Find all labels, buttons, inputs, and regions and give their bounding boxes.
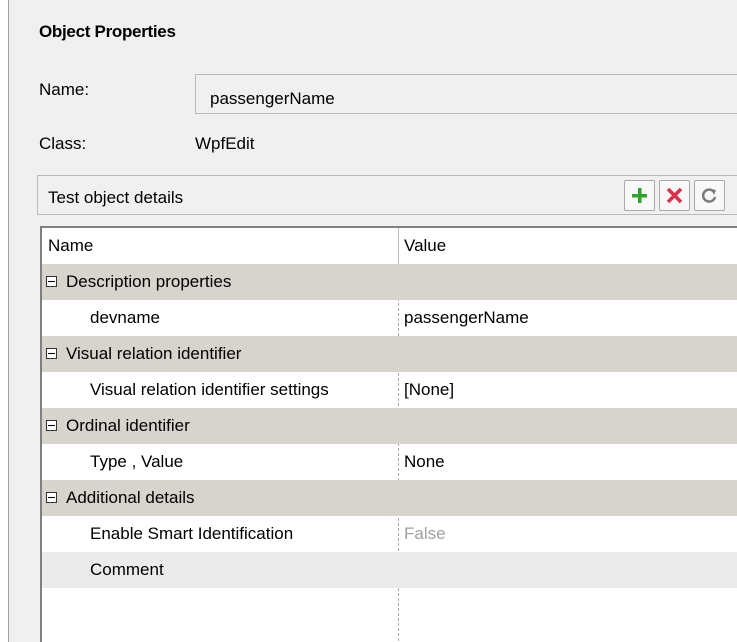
remove-property-button[interactable]: [659, 180, 690, 211]
class-value: WpfEdit: [195, 134, 255, 153]
group-row[interactable]: Description properties: [42, 264, 737, 300]
group-row[interactable]: Additional details: [42, 480, 737, 516]
group-row[interactable]: Visual relation identifier: [42, 336, 737, 372]
collapse-icon[interactable]: [46, 276, 57, 287]
collapse-icon[interactable]: [46, 420, 57, 431]
refresh-button[interactable]: [694, 180, 725, 211]
test-object-details-title: Test object details: [48, 188, 184, 207]
panel-title: Object Properties: [39, 22, 176, 41]
property-name: Visual relation identifier settings: [90, 380, 329, 399]
name-label: Name:: [39, 80, 90, 99]
property-value[interactable]: False: [404, 524, 446, 544]
property-name: Enable Smart Identification: [90, 524, 294, 543]
class-label: Class:: [39, 134, 87, 153]
column-header-name[interactable]: Name: [48, 236, 93, 256]
plus-icon: [632, 188, 647, 203]
object-properties-panel: Object Properties Name: Class: WpfEdit T…: [8, 0, 737, 642]
property-value[interactable]: [None]: [404, 380, 454, 400]
property-row[interactable]: Enable Smart Identification False: [42, 516, 737, 552]
property-row[interactable]: Comment: [42, 552, 737, 588]
properties-grid: Name Value Description properties devnam…: [40, 226, 737, 642]
property-row[interactable]: Type , Value None: [42, 444, 737, 480]
refresh-icon: [701, 188, 717, 203]
group-label: Ordinal identifier: [66, 416, 190, 435]
test-object-details-toolbar: Test object details: [37, 175, 737, 215]
collapse-icon[interactable]: [46, 492, 57, 503]
property-value[interactable]: passengerName: [404, 308, 529, 328]
property-value[interactable]: None: [404, 452, 445, 472]
property-row[interactable]: devname passengerName: [42, 300, 737, 336]
collapse-icon[interactable]: [46, 348, 57, 359]
property-row[interactable]: Visual relation identifier settings [Non…: [42, 372, 737, 408]
group-row[interactable]: Ordinal identifier: [42, 408, 737, 444]
property-name: devname: [90, 308, 160, 327]
name-field[interactable]: [195, 74, 737, 114]
column-header-value[interactable]: Value: [404, 236, 446, 256]
grid-header: Name Value: [42, 228, 737, 265]
group-label: Additional details: [66, 488, 195, 507]
add-property-button[interactable]: [624, 180, 655, 211]
group-label: Description properties: [66, 272, 232, 291]
group-label: Visual relation identifier: [66, 344, 242, 363]
property-name: Comment: [90, 560, 164, 579]
property-name: Type , Value: [90, 452, 184, 471]
delete-x-icon: [666, 187, 683, 204]
